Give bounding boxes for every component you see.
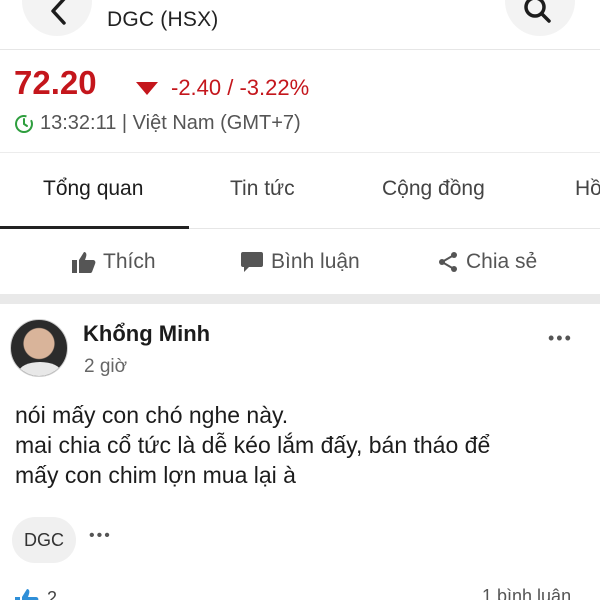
tag-more-button[interactable]: •••: [89, 527, 112, 545]
tab-news[interactable]: Tin tức: [230, 177, 295, 201]
post-line: mai chia cổ tức là dễ kéo lắm đấy, bán t…: [15, 432, 491, 458]
like-count: 2: [47, 588, 58, 600]
quote-panel: 72.20 -2.40 / -3.22% 13:32:11 | Việt Nam…: [0, 51, 600, 153]
tab-bar: Tổng quan Tin tức Cộng đồng Hồ: [0, 153, 600, 229]
like-summary[interactable]: 2: [15, 588, 57, 600]
search-icon: [524, 0, 551, 23]
clock-icon: [15, 115, 33, 133]
price-change: -2.40 / -3.22%: [171, 75, 310, 100]
comment-icon: [241, 252, 263, 272]
share-icon: [439, 252, 457, 272]
comment-count[interactable]: 1 bình luận: [482, 586, 571, 600]
post-time: 2 giờ: [84, 356, 128, 377]
section-divider: [0, 294, 600, 304]
back-button[interactable]: [22, 0, 92, 36]
app-header: DGC (HSX): [0, 0, 600, 50]
like-label: Thích: [103, 250, 156, 273]
like-button[interactable]: Thích: [72, 250, 156, 274]
market-time: 13:32:11 | Việt Nam (GMT+7): [40, 112, 301, 134]
avatar-shirt: [19, 362, 61, 376]
tab-overview[interactable]: Tổng quan: [43, 177, 143, 201]
post-content: nói mấy con chó nghe này. mai chia cổ tứ…: [15, 400, 590, 490]
active-tab-indicator: [0, 226, 189, 229]
tab-community[interactable]: Cộng đồng: [382, 177, 485, 201]
down-triangle-icon: [136, 82, 158, 95]
action-bar: Thích Bình luận Chia sẻ: [0, 236, 600, 294]
thumbs-up-badge-icon: [15, 588, 39, 600]
tab-profile[interactable]: Hồ: [575, 177, 600, 201]
comment-button[interactable]: Bình luận: [240, 250, 360, 274]
share-button[interactable]: Chia sẻ: [437, 250, 537, 274]
post-options-button[interactable]: •••: [548, 328, 573, 349]
avatar[interactable]: [10, 319, 68, 377]
comment-label: Bình luận: [271, 250, 360, 273]
share-label: Chia sẻ: [466, 250, 538, 273]
post-author[interactable]: Khổng Minh: [83, 321, 210, 347]
page-title: DGC (HSX): [107, 8, 219, 31]
post-line: mấy con chim lợn mua lại à: [15, 462, 296, 488]
post-line: nói mấy con chó nghe này.: [15, 402, 289, 428]
stock-price: 72.20: [14, 64, 97, 101]
chevron-left-icon: [51, 0, 66, 25]
stock-tag-chip[interactable]: DGC: [12, 517, 76, 563]
search-button[interactable]: [505, 0, 575, 36]
thumbs-up-icon: [72, 252, 96, 273]
